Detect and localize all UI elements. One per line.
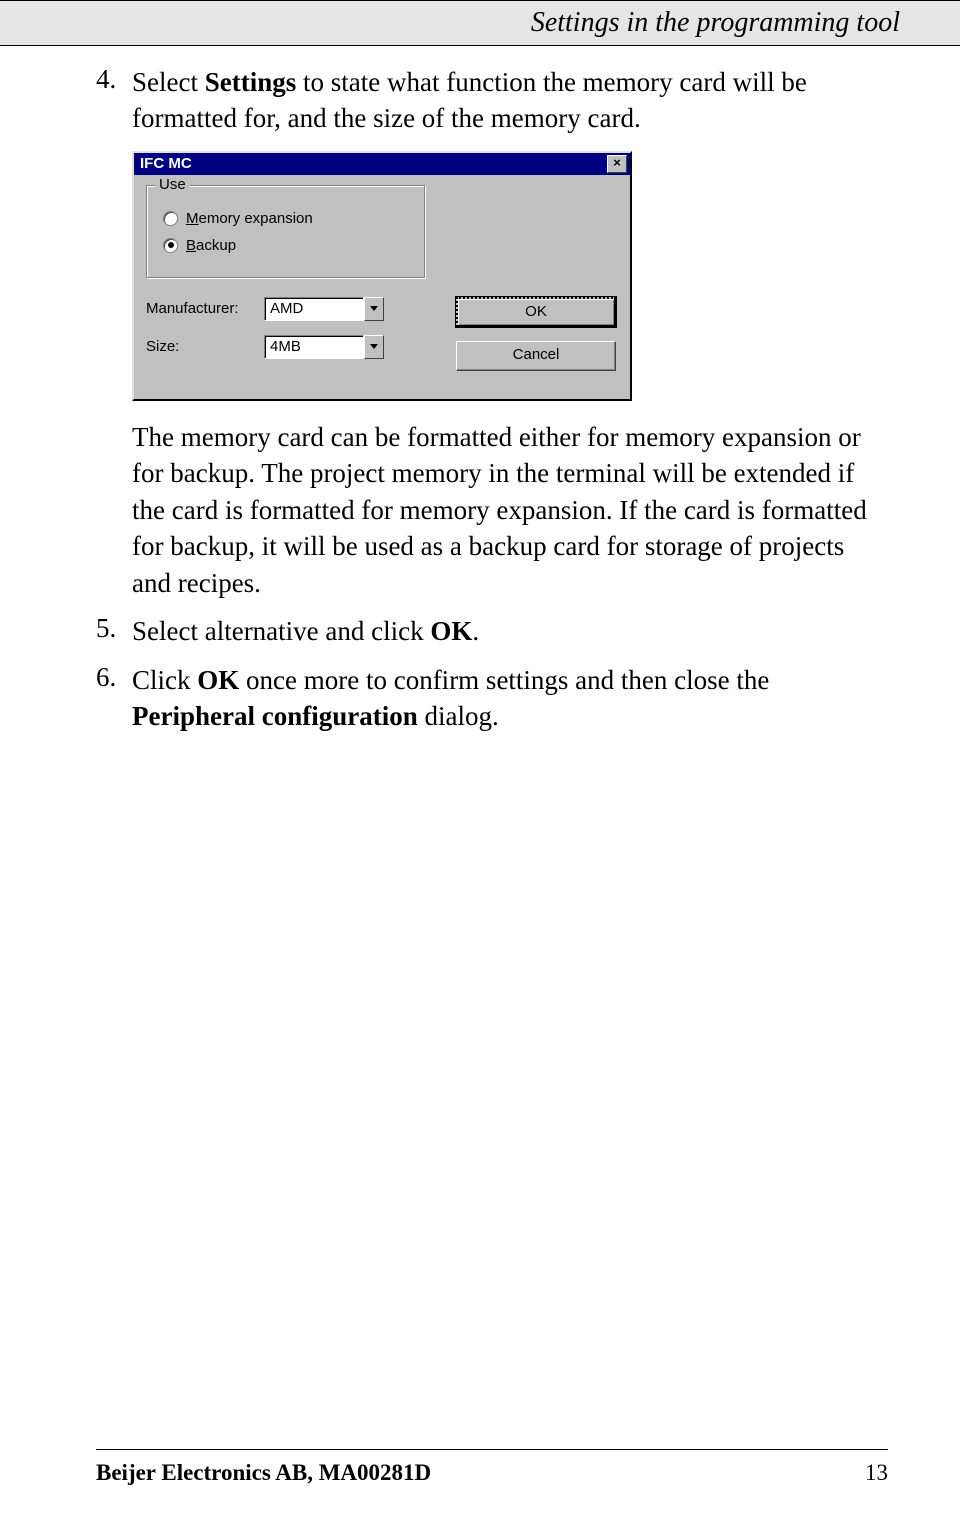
page-header: Settings in the programming tool	[0, 0, 960, 46]
step-number: 5.	[96, 613, 132, 649]
size-row: Size: 4MB	[146, 335, 456, 359]
footer-left: Beijer Electronics AB, MA00281D	[96, 1460, 431, 1486]
dialog-screenshot: IFC MC × Use Memory expansion Backup	[132, 151, 888, 401]
dialog-title: IFC MC	[140, 155, 192, 172]
step-6: 6. Click OK once more to confirm setting…	[96, 662, 888, 735]
page-footer: Beijer Electronics AB, MA00281D 13	[96, 1460, 888, 1486]
step-4: 4. Select Settings to state what functio…	[96, 64, 888, 137]
radio-icon	[163, 211, 178, 226]
groupbox-legend: Use	[155, 176, 190, 193]
chevron-down-icon	[370, 344, 378, 349]
close-icon: ×	[613, 155, 621, 170]
header-title: Settings in the programming tool	[531, 7, 900, 38]
ok-button[interactable]: OK	[456, 297, 616, 327]
radio-memory-expansion[interactable]: Memory expansion	[163, 210, 415, 227]
size-label: Size:	[146, 338, 264, 355]
radio-label: Backup	[186, 237, 236, 254]
size-value: 4MB	[264, 335, 364, 359]
step-text: Select Settings to state what function t…	[132, 64, 888, 137]
cancel-button[interactable]: Cancel	[456, 341, 616, 371]
step-number: 4.	[96, 64, 132, 137]
dialog-body: Use Memory expansion Backup Manufacturer…	[134, 175, 630, 399]
dialog-lower-row: Manufacturer: AMD Size: 4MB	[146, 297, 618, 385]
fields-column: Manufacturer: AMD Size: 4MB	[146, 297, 456, 373]
step-4-explanation: The memory card can be formatted either …	[96, 419, 888, 601]
chevron-down-icon	[370, 306, 378, 311]
step-text: The memory card can be formatted either …	[132, 419, 888, 601]
page-content: 4. Select Settings to state what functio…	[0, 46, 960, 734]
page-number: 13	[865, 1460, 888, 1486]
dialog-titlebar: IFC MC ×	[134, 153, 630, 175]
radio-backup[interactable]: Backup	[163, 237, 415, 254]
dropdown-button[interactable]	[364, 335, 384, 359]
close-button[interactable]: ×	[607, 155, 627, 173]
ifc-mc-dialog: IFC MC × Use Memory expansion Backup	[132, 151, 632, 401]
footer-rule	[96, 1449, 888, 1450]
step-text: Select alternative and click OK.	[132, 613, 479, 649]
step-text: Click OK once more to confirm settings a…	[132, 662, 888, 735]
radio-label: Memory expansion	[186, 210, 313, 227]
manufacturer-combo[interactable]: AMD	[264, 297, 384, 321]
buttons-column: OK Cancel	[456, 297, 616, 385]
step-5: 5. Select alternative and click OK.	[96, 613, 888, 649]
manufacturer-row: Manufacturer: AMD	[146, 297, 456, 321]
manufacturer-label: Manufacturer:	[146, 300, 264, 317]
manufacturer-value: AMD	[264, 297, 364, 321]
dropdown-button[interactable]	[364, 297, 384, 321]
step-number: 6.	[96, 662, 132, 735]
size-combo[interactable]: 4MB	[264, 335, 384, 359]
radio-icon	[163, 238, 178, 253]
use-groupbox: Use Memory expansion Backup	[146, 185, 426, 279]
